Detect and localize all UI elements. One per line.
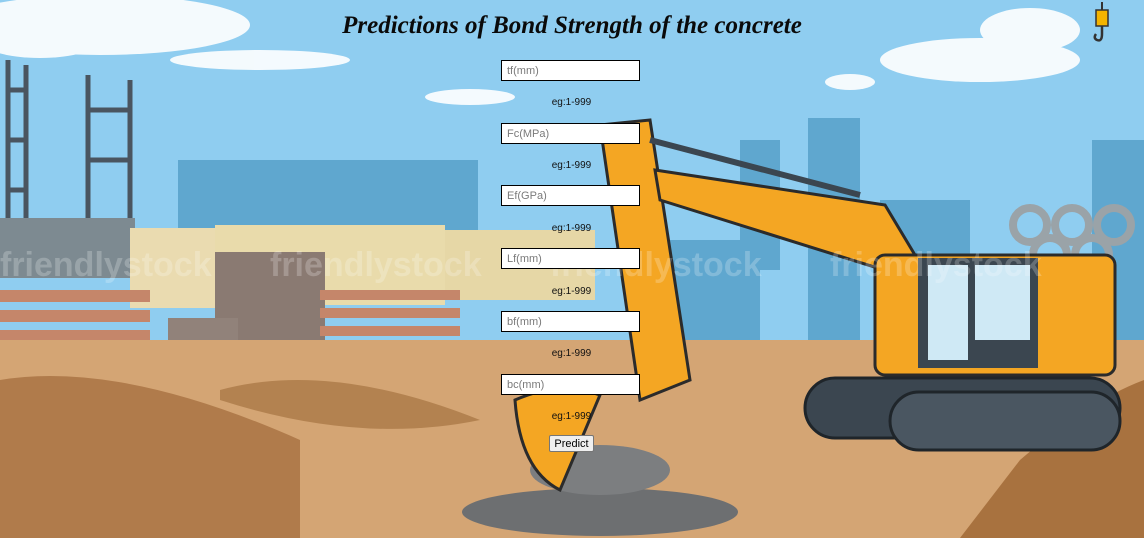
fc-input[interactable] bbox=[501, 123, 640, 144]
tf-hint: eg:1-999 bbox=[551, 97, 592, 108]
svg-text:friendlystock: friendlystock bbox=[270, 246, 482, 284]
svg-text:friendlystock: friendlystock bbox=[830, 246, 1042, 284]
predict-button[interactable]: Predict bbox=[549, 435, 594, 452]
page-title: Predictions of Bond Strength of the conc… bbox=[342, 12, 802, 39]
bf-input[interactable] bbox=[501, 311, 640, 332]
ef-input[interactable] bbox=[501, 185, 640, 206]
bf-hint: eg:1-999 bbox=[551, 348, 592, 359]
lf-input[interactable] bbox=[501, 248, 640, 269]
svg-text:friendlystock: friendlystock bbox=[0, 246, 212, 284]
fc-hint: eg:1-999 bbox=[551, 160, 592, 171]
tf-input[interactable] bbox=[501, 60, 640, 81]
bc-hint: eg:1-999 bbox=[551, 411, 592, 422]
lf-hint: eg:1-999 bbox=[551, 286, 592, 297]
bc-input[interactable] bbox=[501, 374, 640, 395]
ef-hint: eg:1-999 bbox=[551, 223, 592, 234]
